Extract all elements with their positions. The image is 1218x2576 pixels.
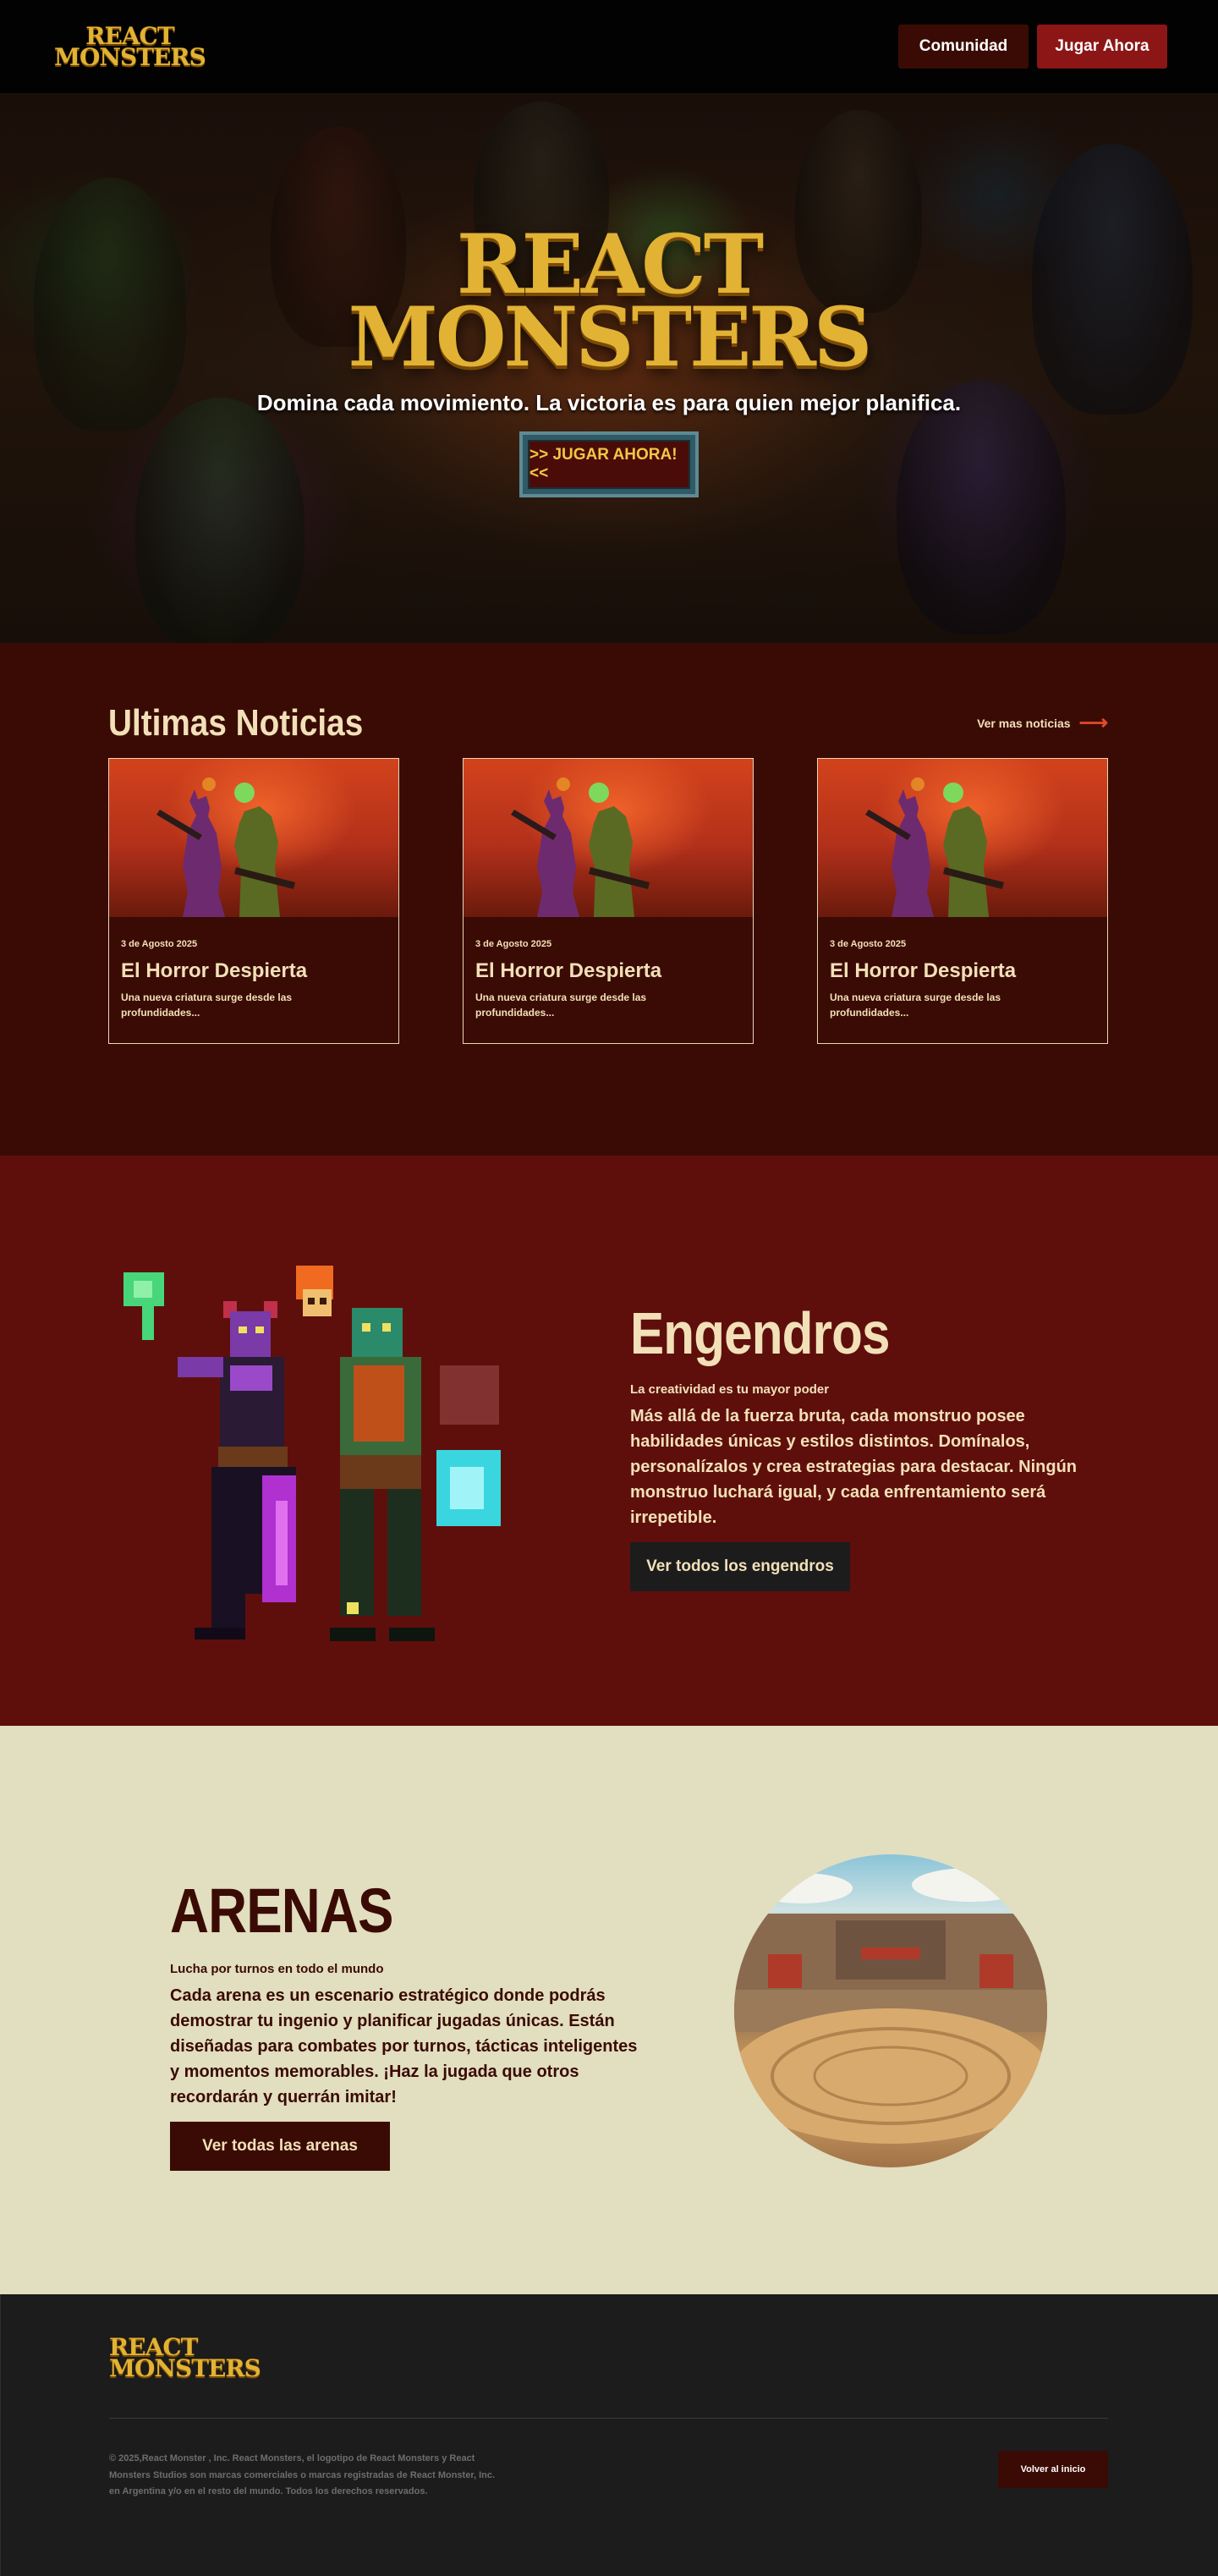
footer-divider xyxy=(109,2418,1108,2419)
news-title: Ultimas Noticias xyxy=(108,702,364,744)
news-card-desc: Una nueva criatura surge desde las profu… xyxy=(830,991,1001,1019)
news-card-body: 3 de Agosto 2025 El Horror Despierta Una… xyxy=(818,917,1107,1020)
hero-tagline: Domina cada movimiento. La victoria es p… xyxy=(256,389,962,415)
news-card-image xyxy=(818,759,1107,917)
back-to-top-button[interactable]: Volver al inicio xyxy=(998,2451,1108,2489)
news-header: Ultimas Noticias Ver mas noticias ⟶ xyxy=(108,702,1108,744)
more-news-link[interactable]: Ver mas noticias ⟶ xyxy=(977,713,1108,733)
news-cards: 3 de Agosto 2025 El Horror Despierta Una… xyxy=(108,758,1108,1044)
arenas-text: ARENAS Lucha por turnos en todo el mundo… xyxy=(170,1875,644,2171)
spawns-description: Más allá de la fuerza bruta, cada monstr… xyxy=(630,1407,1078,1527)
demon-and-zombie-art xyxy=(865,777,1004,917)
legal-text: © 2025,React Monster , Inc. React Monste… xyxy=(109,2453,496,2496)
logo-line2: MONSTERS xyxy=(54,43,206,71)
news-card[interactable]: 3 de Agosto 2025 El Horror Despierta Una… xyxy=(463,758,754,1044)
play-now-button[interactable]: Jugar Ahora xyxy=(1037,25,1167,69)
hero-content: REACT MONSTERS Domina cada movimiento. L… xyxy=(0,223,1218,497)
hero-logo-line2: MONSTERS xyxy=(348,289,873,386)
news-card-date: 3 de Agosto 2025 xyxy=(475,939,552,949)
news-card-title: El Horror Despierta xyxy=(121,959,308,982)
spawns-text: Engendros La creatividad es tu mayor pod… xyxy=(630,1299,1091,1591)
news-card-image xyxy=(109,759,398,917)
footer-logo-line2: MONSTERS xyxy=(109,2354,261,2383)
view-arenas-button[interactable]: Ver todas las arenas xyxy=(170,2122,390,2171)
arenas-description: Cada arena es un escenario estratégico d… xyxy=(170,1986,638,2106)
demon-and-zombie-art xyxy=(156,777,295,917)
spawns-title: Engendros xyxy=(630,1300,891,1366)
more-news-label: Ver mas noticias xyxy=(977,717,1071,730)
news-card-date: 3 de Agosto 2025 xyxy=(121,939,198,949)
pixel-monsters-art xyxy=(123,1266,501,1641)
arenas-title: ARENAS xyxy=(170,1876,393,1946)
spawns-subtitle: La creatividad es tu mayor poder xyxy=(630,1382,830,1397)
demon-and-zombie-art xyxy=(511,777,650,917)
news-card-title: El Horror Despierta xyxy=(475,959,662,982)
hero-logo: REACT MONSTERS xyxy=(348,223,873,386)
news-card-desc: Una nueva criatura surge desde las profu… xyxy=(475,991,647,1019)
news-card[interactable]: 3 de Agosto 2025 El Horror Despierta Una… xyxy=(108,758,399,1044)
news-card-date: 3 de Agosto 2025 xyxy=(830,939,907,949)
news-card-title: El Horror Despierta xyxy=(830,959,1017,982)
arena-illustration xyxy=(734,1868,1047,2144)
news-card[interactable]: 3 de Agosto 2025 El Horror Despierta Una… xyxy=(817,758,1108,1044)
site-header: REACT MONSTERS Comunidad Jugar Ahora xyxy=(0,0,1218,93)
footer-bottom: © 2025,React Monster , Inc. React Monste… xyxy=(109,2451,1108,2500)
header-nav: Comunidad Jugar Ahora xyxy=(898,25,1167,69)
hero-play-button[interactable]: >> JUGAR AHORA! << xyxy=(519,431,699,497)
arenas-subtitle: Lucha por turnos en todo el mundo xyxy=(170,1962,384,1976)
news-card-desc: Una nueva criatura surge desde las profu… xyxy=(121,991,293,1019)
hero-play-label: >> JUGAR AHORA! << xyxy=(528,439,690,489)
arenas-section: ARENAS Lucha por turnos en todo el mundo… xyxy=(0,1726,1218,2294)
header-logo[interactable]: REACT MONSTERS xyxy=(54,24,206,71)
hero-section: REACT MONSTERS Domina cada movimiento. L… xyxy=(0,93,1218,643)
news-section: Ultimas Noticias Ver mas noticias ⟶ 3 de… xyxy=(0,643,1218,1156)
arena-image xyxy=(734,1854,1047,2167)
news-card-body: 3 de Agosto 2025 El Horror Despierta Una… xyxy=(109,917,398,1020)
community-button[interactable]: Comunidad xyxy=(898,25,1029,69)
news-card-image xyxy=(464,759,753,917)
footer-logo[interactable]: REACT MONSTERS xyxy=(109,2335,1108,2383)
news-card-body: 3 de Agosto 2025 El Horror Despierta Una… xyxy=(464,917,753,1020)
view-spawns-button[interactable]: Ver todos los engendros xyxy=(630,1542,850,1591)
site-footer: REACT MONSTERS © 2025,React Monster , In… xyxy=(0,2294,1218,2576)
spawns-section: Engendros La creatividad es tu mayor pod… xyxy=(0,1156,1218,1726)
arrow-right-icon: ⟶ xyxy=(1078,711,1108,734)
